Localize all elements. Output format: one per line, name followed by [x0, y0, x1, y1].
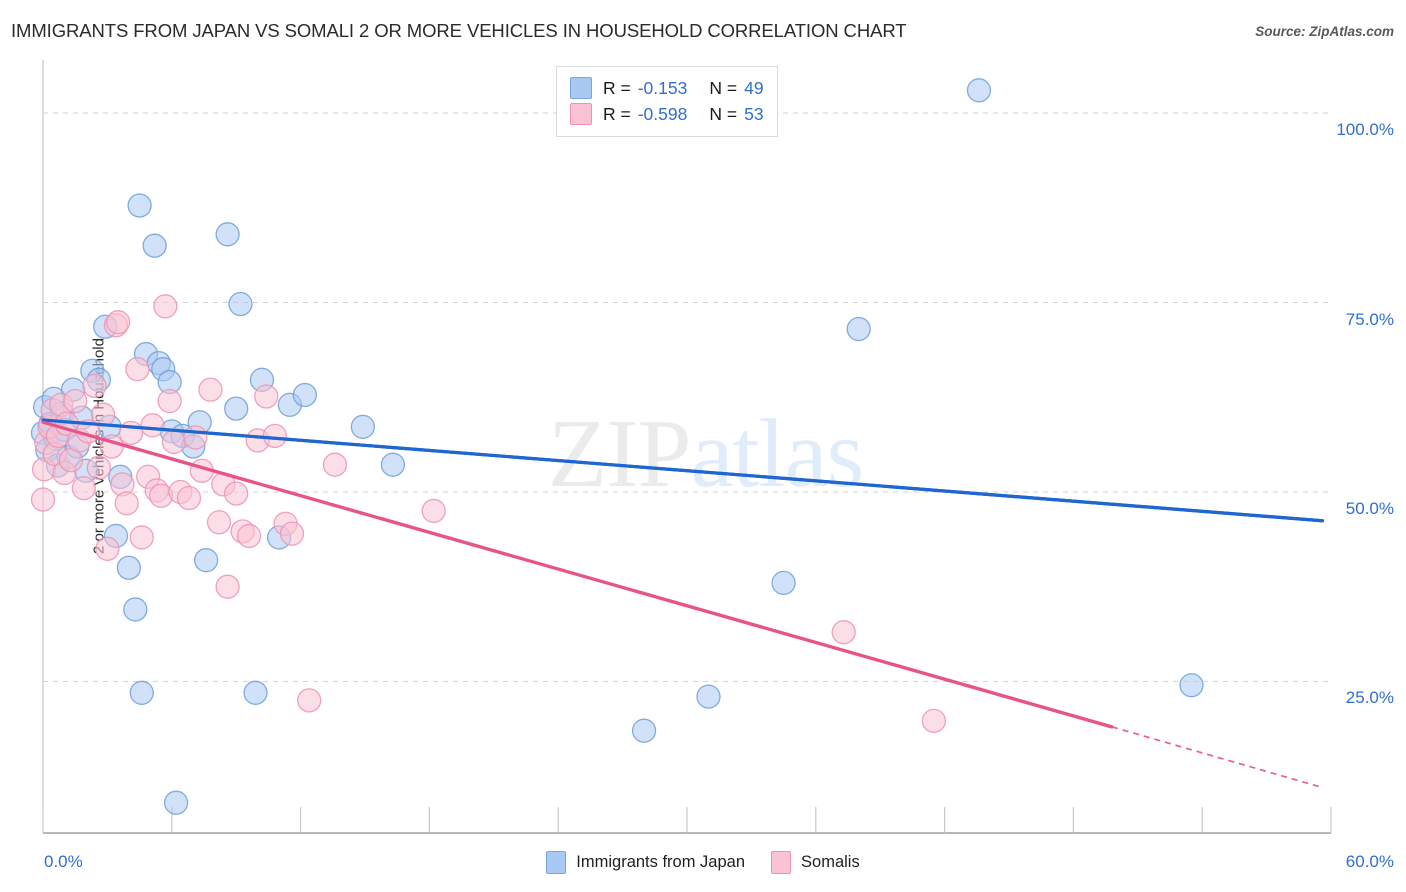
y-axis-tick-label: 50.0%: [1345, 498, 1394, 518]
x-axis-min-label: 0.0%: [44, 852, 83, 871]
series-swatch-icon: [546, 851, 567, 874]
n-label: N =: [709, 103, 738, 124]
japan-swatch-icon: [570, 77, 592, 99]
series-legend: Immigrants from Japan Somalis: [0, 851, 1406, 874]
correlation-stat-row: R = -0.598 N = 53: [570, 101, 764, 127]
data-point[interactable]: [95, 536, 120, 561]
data-point[interactable]: [771, 570, 796, 596]
series-legend-label: Immigrants from Japan: [576, 853, 746, 871]
data-point[interactable]: [831, 620, 856, 645]
data-point[interactable]: [140, 413, 165, 438]
data-point[interactable]: [215, 222, 240, 247]
data-point[interactable]: [224, 481, 249, 506]
correlation-stat-row: R = -0.153 N = 49: [570, 75, 764, 101]
somalis-swatch-icon: [570, 103, 592, 125]
data-point[interactable]: [63, 388, 88, 414]
data-point[interactable]: [129, 525, 154, 550]
data-point[interactable]: [105, 310, 131, 335]
data-point[interactable]: [215, 574, 240, 599]
series-legend-label: Somalis: [801, 853, 860, 871]
data-point[interactable]: [157, 388, 182, 414]
data-point[interactable]: [114, 491, 139, 516]
data-point[interactable]: [206, 510, 232, 535]
data-point[interactable]: [1179, 673, 1204, 698]
data-point[interactable]: [125, 357, 150, 382]
data-point[interactable]: [153, 294, 178, 319]
data-point[interactable]: [176, 485, 202, 511]
data-point[interactable]: [228, 291, 253, 317]
r-label: R =: [603, 77, 631, 98]
series-swatch-icon: [771, 851, 792, 874]
data-point[interactable]: [292, 382, 318, 408]
data-point[interactable]: [966, 78, 992, 103]
y-axis-tick-label: 75.0%: [1345, 309, 1394, 329]
page-title: IMMIGRANTS FROM JAPAN VS SOMALI 2 OR MOR…: [11, 20, 907, 41]
source-label: Source: ZipAtlas.com: [1255, 24, 1394, 39]
data-point[interactable]: [82, 373, 107, 399]
data-point[interactable]: [297, 688, 322, 713]
r-value: -0.598: [637, 103, 688, 124]
n-value: 49: [744, 77, 764, 98]
plot-area: [30, 60, 1332, 834]
scatter-svg: [30, 60, 1332, 834]
n-value: 53: [744, 103, 764, 124]
data-point[interactable]: [236, 523, 262, 549]
data-point[interactable]: [123, 597, 148, 622]
series-legend-item[interactable]: Immigrants from Japan: [546, 851, 745, 874]
data-point[interactable]: [631, 718, 657, 743]
data-point[interactable]: [116, 555, 142, 580]
data-point[interactable]: [350, 414, 376, 439]
data-point[interactable]: [86, 455, 111, 480]
data-point[interactable]: [198, 377, 223, 402]
data-point[interactable]: [380, 452, 406, 477]
data-point[interactable]: [921, 708, 947, 733]
data-point[interactable]: [696, 684, 721, 709]
data-point[interactable]: [279, 521, 305, 546]
data-point[interactable]: [243, 680, 268, 705]
correlation-chart: IMMIGRANTS FROM JAPAN VS SOMALI 2 OR MOR…: [0, 0, 1406, 892]
data-point[interactable]: [322, 452, 348, 477]
y-axis-tick-label: 100.0%: [1336, 120, 1394, 140]
data-point[interactable]: [129, 680, 154, 705]
x-axis-max-label: 60.0%: [1345, 852, 1394, 871]
r-label: R =: [603, 103, 631, 124]
data-point[interactable]: [142, 233, 167, 258]
data-point[interactable]: [30, 487, 56, 512]
data-point[interactable]: [71, 476, 96, 501]
data-point[interactable]: [183, 425, 208, 450]
data-point[interactable]: [421, 498, 446, 524]
correlation-stats-legend: R = -0.153 N = 49 R = -0.598 N = 53: [556, 66, 778, 137]
n-label: N =: [709, 77, 738, 98]
data-point[interactable]: [254, 384, 279, 409]
r-value: -0.153: [637, 77, 688, 98]
data-point[interactable]: [163, 790, 189, 815]
data-point[interactable]: [262, 423, 287, 449]
series-legend-item[interactable]: Somalis: [771, 851, 860, 874]
data-point[interactable]: [846, 316, 871, 342]
data-point[interactable]: [224, 396, 249, 421]
data-point[interactable]: [193, 548, 219, 573]
data-point[interactable]: [161, 429, 187, 455]
data-point[interactable]: [127, 193, 152, 218]
y-axis-tick-label: 25.0%: [1345, 688, 1394, 708]
